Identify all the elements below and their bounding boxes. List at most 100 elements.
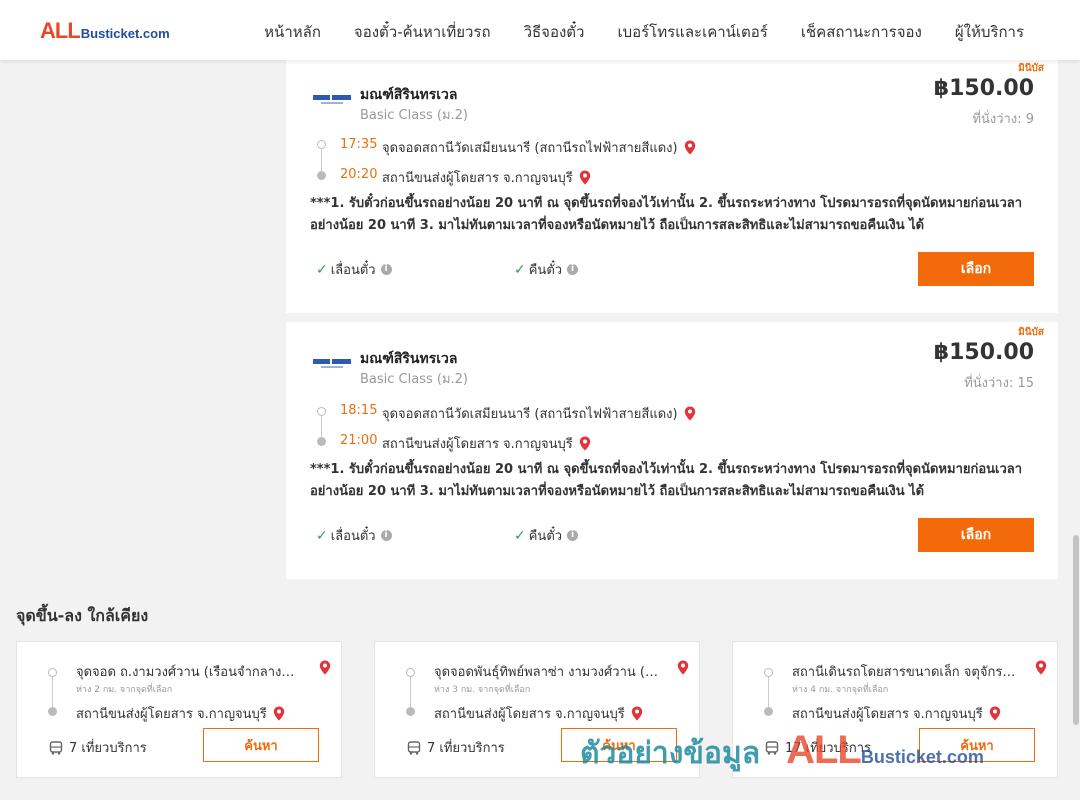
change-ticket-option: ✓ เลื่อนตั๋ว i xyxy=(316,525,392,546)
nearby-to-stop: สถานีขนส่งผู้โดยสาร จ.กาญจนบุรี xyxy=(434,703,643,724)
timeline-start-icon xyxy=(317,407,326,416)
refund-ticket-label: คืนตั๋ว xyxy=(528,263,563,278)
timeline-start-icon xyxy=(406,668,415,677)
map-pin-icon[interactable] xyxy=(319,660,331,675)
operator-logo xyxy=(313,95,351,107)
depart-time: 17:35 xyxy=(340,137,378,152)
timeline-end-icon xyxy=(48,707,57,716)
nearby-from-stop: สถานีเดินรถโดยสารขนาดเล็ก จตุจักร (หมอชิ… xyxy=(792,665,1016,680)
nearby-to-stop-label: สถานีขนส่งผู้โดยสาร จ.กาญจนบุรี xyxy=(434,707,625,722)
info-icon[interactable]: i xyxy=(380,530,392,541)
nearby-distance: ห่าง 3 กม. จากจุดที่เลือก xyxy=(434,685,531,695)
map-pin-icon[interactable] xyxy=(677,660,689,675)
refund-ticket-option: ✓ คืนตั๋ว i xyxy=(514,259,579,280)
nearby-from-stop: จุดจอด ถ.งามวงศ์วาน (เรือนจำกลางคลองเปรม… xyxy=(76,665,300,680)
nearby-distance: ห่าง 4 กม. จากจุดที่เลือก xyxy=(792,685,889,695)
logo-all: ALL xyxy=(40,18,81,43)
site-logo[interactable]: ALL Busticket.com xyxy=(40,18,170,44)
timeline-line xyxy=(410,677,411,707)
nearby-section-title: จุดขึ้น-ลง ใกล้เคียง xyxy=(16,606,149,625)
nearby-route-card: สถานีเดินรถโดยสารขนาดเล็ก จตุจักร (หมอชิ… xyxy=(732,641,1058,778)
check-icon: ✓ xyxy=(316,527,328,544)
nearby-route-card: จุดจอด ถ.งามวงศ์วาน (เรือนจำกลางคลองเปรม… xyxy=(16,641,342,778)
nearby-route-card: จุดจอดพันธุ์ทิพย์พลาซ่า งามวงศ์วาน (แครา… xyxy=(374,641,700,778)
arrive-time: 21:00 xyxy=(340,433,378,448)
change-ticket-option: ✓ เลื่อนตั๋ว i xyxy=(316,259,392,280)
select-trip-button[interactable]: เลือก xyxy=(918,252,1034,286)
map-pin-icon[interactable] xyxy=(1035,660,1047,675)
operator-class: Basic Class (ม.2) xyxy=(360,372,468,387)
select-trip-button[interactable]: เลือก xyxy=(918,518,1034,552)
arrive-stop: สถานีขนส่งผู้โดยสาร จ.กาญจนบุรี xyxy=(382,433,591,454)
bus-icon xyxy=(49,740,63,755)
check-icon: ✓ xyxy=(514,261,526,278)
trip-price: ฿150.00 xyxy=(933,76,1034,101)
timeline-end-icon xyxy=(764,707,773,716)
nearby-to-stop-label: สถานีขนส่งผู้โดยสาร จ.กาญจนบุรี xyxy=(76,707,267,722)
nav-home[interactable]: หน้าหลัก xyxy=(264,20,321,44)
refund-ticket-option: ✓ คืนตั๋ว i xyxy=(514,525,579,546)
info-icon[interactable]: i xyxy=(567,530,579,541)
map-pin-icon[interactable] xyxy=(579,170,591,185)
nearby-services: 17 เที่ยวบริการ xyxy=(765,737,871,758)
depart-time: 18:15 xyxy=(340,403,378,418)
operator-name: มณฑ์สิรินทรเวล xyxy=(360,351,458,367)
trip-conditions: ***1. รับตั๋วก่อนขึ้นรถอย่างน้อย 20 นาที… xyxy=(310,196,1023,233)
timeline-start-icon xyxy=(317,140,326,149)
timeline-start-icon xyxy=(764,668,773,677)
depart-stop-label: จุดจอดสถานีวัดเสมียนนารี (สถานีรถไฟฟ้าสา… xyxy=(382,407,678,422)
nearby-to-stop-label: สถานีขนส่งผู้โดยสาร จ.กาญจนบุรี xyxy=(792,707,983,722)
map-pin-icon[interactable] xyxy=(684,140,696,155)
nav-operators[interactable]: ผู้ให้บริการ xyxy=(955,20,1024,44)
refund-ticket-label: คืนตั๋ว xyxy=(528,529,563,544)
map-pin-icon[interactable] xyxy=(989,706,1001,721)
operator-class: Basic Class (ม.2) xyxy=(360,108,468,123)
map-pin-icon[interactable] xyxy=(631,706,643,721)
info-icon[interactable]: i xyxy=(380,264,392,275)
timeline-line xyxy=(321,416,322,437)
operator-logo xyxy=(313,359,351,371)
nav-how-to-book[interactable]: วิธีจองตั๋ว xyxy=(524,20,585,44)
arrive-stop: สถานีขนส่งผู้โดยสาร จ.กาญจนบุรี xyxy=(382,167,591,188)
seats-available: ที่นั่งว่าง: 9 xyxy=(972,112,1034,127)
timeline-end-icon xyxy=(406,707,415,716)
nearby-services: 7 เที่ยวบริการ xyxy=(407,737,505,758)
nav-book-search[interactable]: จองตั๋ว-ค้นหาเที่ยวรถ xyxy=(354,20,491,44)
arrive-stop-label: สถานีขนส่งผู้โดยสาร จ.กาญจนบุรี xyxy=(382,171,573,186)
map-pin-icon[interactable] xyxy=(273,706,285,721)
nearby-search-button[interactable]: ค้นหา xyxy=(919,728,1035,762)
depart-stop-label: จุดจอดสถานีวัดเสมียนนารี (สถานีรถไฟฟ้าสา… xyxy=(382,141,678,156)
map-pin-icon[interactable] xyxy=(579,436,591,451)
nearby-search-button[interactable]: ค้นหา xyxy=(203,728,319,762)
trip-conditions: ***1. รับตั๋วก่อนขึ้นรถอย่างน้อย 20 นาที… xyxy=(310,462,1023,499)
depart-stop: จุดจอดสถานีวัดเสมียนนารี (สถานีรถไฟฟ้าสา… xyxy=(382,137,696,158)
nav-contact-counters[interactable]: เบอร์โทรและเคาน์เตอร์ xyxy=(617,20,767,44)
timeline-line xyxy=(768,677,769,707)
info-icon[interactable]: i xyxy=(567,264,579,275)
nearby-services-label: 17 เที่ยวบริการ xyxy=(785,741,871,756)
depart-stop: จุดจอดสถานีวัดเสมียนนารี (สถานีรถไฟฟ้าสา… xyxy=(382,403,696,424)
seats-available: ที่นั่งว่าง: 15 xyxy=(964,376,1034,391)
nearby-search-button[interactable]: ค้นหา xyxy=(561,728,677,762)
nearby-distance: ห่าง 2 กม. จากจุดที่เลือก xyxy=(76,685,173,695)
nearby-to-stop: สถานีขนส่งผู้โดยสาร จ.กาญจนบุรี xyxy=(792,703,1001,724)
bus-icon xyxy=(765,740,779,755)
change-ticket-label: เลื่อนตั๋ว xyxy=(330,263,376,278)
nav-check-booking[interactable]: เช็คสถานะการจอง xyxy=(801,20,922,44)
main-nav: หน้าหลัก จองตั๋ว-ค้นหาเที่ยวรถ วิธีจองตั… xyxy=(231,20,1024,44)
map-pin-icon[interactable] xyxy=(684,406,696,421)
nearby-services-label: 7 เที่ยวบริการ xyxy=(69,741,147,756)
bus-icon xyxy=(407,740,421,755)
nearby-to-stop: สถานีขนส่งผู้โดยสาร จ.กาญจนบุรี xyxy=(76,703,285,724)
timeline-end-icon xyxy=(317,171,326,180)
timeline-start-icon xyxy=(48,668,57,677)
trip-card: มินิบัส มณฑ์สิรินทรเวล Basic Class (ม.2)… xyxy=(286,58,1058,313)
scrollbar-thumb[interactable] xyxy=(1073,535,1079,725)
timeline-line xyxy=(52,677,53,707)
site-header: ALL Busticket.com หน้าหลัก จองตั๋ว-ค้นหา… xyxy=(0,0,1080,60)
arrive-time: 20:20 xyxy=(340,167,378,182)
timeline-end-icon xyxy=(317,437,326,446)
nearby-from-stop: จุดจอดพันธุ์ทิพย์พลาซ่า งามวงศ์วาน (แครา… xyxy=(434,665,658,680)
nearby-services-label: 7 เที่ยวบริการ xyxy=(427,741,505,756)
change-ticket-label: เลื่อนตั๋ว xyxy=(330,529,376,544)
